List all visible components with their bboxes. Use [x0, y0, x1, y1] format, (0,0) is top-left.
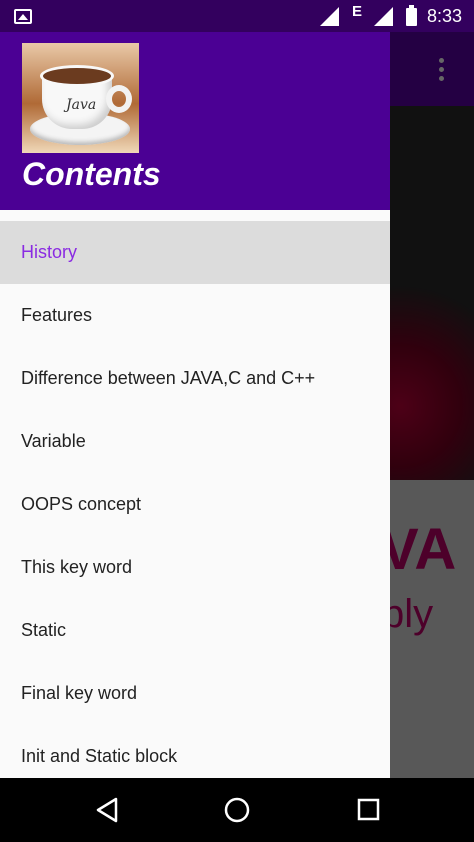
- menu-item-features[interactable]: Features: [0, 284, 390, 347]
- menu-item-init-static-block[interactable]: Init and Static block: [0, 725, 390, 778]
- signal-icon: [374, 7, 393, 26]
- drawer-menu: History Features Difference between JAVA…: [0, 221, 390, 778]
- network-type: E: [352, 3, 363, 20]
- menu-item-history[interactable]: History: [0, 221, 390, 284]
- drawer-header: Java Contents: [0, 32, 390, 210]
- gallery-icon: [14, 9, 32, 24]
- status-bar: E 8:33: [0, 0, 474, 32]
- navigation-drawer: Java Contents History Features Differenc…: [0, 32, 390, 778]
- menu-item-variable[interactable]: Variable: [0, 410, 390, 473]
- menu-item-static[interactable]: Static: [0, 599, 390, 662]
- drawer-title: Contents: [22, 156, 161, 192]
- menu-item-difference[interactable]: Difference between JAVA,C and C++: [0, 347, 390, 410]
- menu-item-oops-concept[interactable]: OOPS concept: [0, 473, 390, 536]
- menu-item-final-keyword[interactable]: Final key word: [0, 662, 390, 725]
- clock: 8:33: [427, 6, 463, 26]
- signal-icon: [320, 7, 339, 26]
- battery-icon: [406, 5, 417, 26]
- system-nav-bar: [0, 778, 474, 842]
- java-logo: Java: [22, 43, 139, 153]
- logo-text: Java: [66, 97, 97, 113]
- menu-item-this-keyword[interactable]: This key word: [0, 536, 390, 599]
- home-icon[interactable]: [224, 797, 250, 823]
- recents-icon[interactable]: [357, 798, 380, 821]
- back-icon[interactable]: [96, 797, 118, 823]
